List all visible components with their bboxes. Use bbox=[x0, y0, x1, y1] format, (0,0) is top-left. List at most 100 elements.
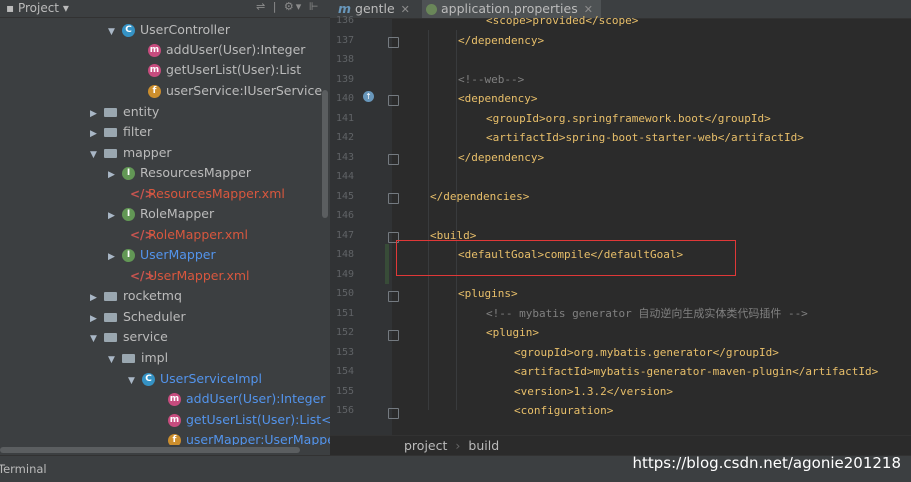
fold-marker-icon[interactable] bbox=[388, 408, 399, 419]
line-number: 143 bbox=[336, 152, 355, 163]
code-line: <!-- mybatis generator 自动逆向生成实体类代码插件 --> bbox=[486, 307, 808, 320]
fold-marker-icon[interactable] bbox=[388, 330, 399, 341]
fold-marker-icon[interactable] bbox=[388, 193, 399, 204]
fold-marker-icon[interactable] bbox=[388, 291, 399, 302]
xml-file-icon: </> bbox=[130, 228, 155, 242]
tree-item-resourcesmapper-xml[interactable]: </>ResourcesMapper.xml bbox=[130, 184, 285, 204]
code-line: <groupId>org.springframework.boot</group… bbox=[486, 112, 771, 125]
folder-icon bbox=[104, 108, 117, 117]
line-number: 136 bbox=[336, 15, 355, 26]
tree-item-service[interactable]: ▼ service bbox=[90, 327, 168, 347]
interface-icon: I bbox=[122, 208, 135, 221]
chevron-right-icon[interactable]: ▶ bbox=[108, 206, 122, 226]
chevron-down-icon[interactable]: ▼ bbox=[108, 22, 122, 42]
method-icon: m bbox=[168, 414, 181, 427]
line-number-gutter: 136 137 138 139 140 141 142 143 144 145 … bbox=[330, 15, 399, 435]
tree-item-method[interactable]: m getUserList(User):List bbox=[148, 60, 301, 80]
chevron-right-icon[interactable]: ▶ bbox=[108, 165, 122, 185]
tree-item-resourcesmapper[interactable]: ▶ I ResourcesMapper bbox=[108, 163, 251, 183]
breadcrumb-separator-icon: › bbox=[455, 438, 461, 453]
maven-override-icon[interactable]: ↑ bbox=[363, 91, 374, 102]
tree-item-usermapper-xml[interactable]: </>UserMapper.xml bbox=[130, 266, 250, 286]
spring-leaf-icon bbox=[426, 4, 437, 15]
tree-item-userserviceimpl[interactable]: ▼ C UserServiceImpl bbox=[128, 369, 262, 389]
project-panel: ▪ Project ▾ ⇌ | ⚙▾ ⊩ ▼ C UserController ma… bbox=[0, 0, 330, 455]
status-bar: Terminal https://blog.csdn.net/agonie201… bbox=[0, 454, 911, 482]
line-number: 147 bbox=[336, 230, 355, 241]
project-title[interactable]: ▪ Project ▾ bbox=[6, 1, 69, 15]
code-line: </dependencies> bbox=[430, 190, 530, 203]
chevron-right-icon[interactable]: ▶ bbox=[90, 104, 104, 124]
tree-item-impl[interactable]: ▼ impl bbox=[108, 348, 168, 368]
tree-item-method[interactable]: m addUser(User):Integer bbox=[168, 389, 325, 409]
code-line: <dependency> bbox=[458, 92, 538, 105]
code-line: <plugins> bbox=[458, 287, 518, 300]
fold-marker-icon[interactable] bbox=[388, 95, 399, 106]
chevron-right-icon[interactable]: ▶ bbox=[90, 124, 104, 144]
line-number: 155 bbox=[336, 386, 355, 397]
tree-item-scheduler[interactable]: ▶ Scheduler bbox=[90, 307, 186, 327]
code-line: <configuration> bbox=[514, 404, 614, 417]
fold-marker-icon[interactable] bbox=[388, 154, 399, 165]
method-icon: m bbox=[168, 393, 181, 406]
highlight-box bbox=[396, 240, 736, 276]
interface-icon: I bbox=[122, 167, 135, 180]
editor-panel: m gentle ✕ application.properties ✕ 136 137… bbox=[330, 0, 911, 455]
collapse-icon[interactable]: ⊩ bbox=[309, 0, 321, 13]
tree-item-mapper[interactable]: ▼ mapper bbox=[90, 143, 172, 163]
method-icon: m bbox=[148, 44, 161, 57]
line-number: 144 bbox=[336, 171, 355, 182]
line-number: 141 bbox=[336, 113, 355, 124]
scrollbar-thumb[interactable] bbox=[0, 447, 300, 453]
chevron-down-icon[interactable]: ▼ bbox=[90, 145, 104, 165]
chevron-down-icon[interactable]: ▼ bbox=[128, 371, 142, 391]
chevron-down-icon[interactable]: ▼ bbox=[90, 329, 104, 349]
xml-file-icon: </> bbox=[130, 187, 155, 201]
folder-icon bbox=[104, 333, 117, 342]
tree-item-method[interactable]: mgetUserList(User):List<Us bbox=[168, 410, 330, 430]
line-number: 137 bbox=[336, 35, 355, 46]
project-toolbar-icons[interactable]: ⇌ | ⚙▾ ⊩ bbox=[256, 0, 320, 13]
tree-item-usermapper[interactable]: ▶ I UserMapper bbox=[108, 245, 216, 265]
folder-icon bbox=[104, 149, 117, 158]
code-line: <artifactId>spring-boot-starter-web</art… bbox=[486, 131, 804, 144]
horizontal-scrollbar[interactable] bbox=[0, 445, 330, 455]
tree-item-method[interactable]: m addUser(User):Integer bbox=[148, 40, 305, 60]
vertical-scrollbar[interactable] bbox=[322, 90, 328, 218]
tree-item-rolemapper[interactable]: ▶ I RoleMapper bbox=[108, 204, 214, 224]
tree-item-rocketmq[interactable]: ▶ rocketmq bbox=[90, 286, 182, 306]
breadcrumb-item[interactable]: build bbox=[468, 438, 499, 453]
line-number: 156 bbox=[336, 405, 355, 416]
change-marker bbox=[385, 244, 389, 284]
line-number: 140 bbox=[336, 93, 355, 104]
tree-item-entity[interactable]: ▶ entity bbox=[90, 102, 159, 122]
line-number: 153 bbox=[336, 347, 355, 358]
code-line: <version>1.3.2</version> bbox=[514, 385, 673, 398]
tree-item-filter[interactable]: ▶ filter bbox=[90, 122, 152, 142]
chevron-right-icon[interactable]: ▶ bbox=[90, 288, 104, 308]
chevron-right-icon[interactable]: ▶ bbox=[108, 247, 122, 267]
tree-item-rolemapper-xml[interactable]: </>RoleMapper.xml bbox=[130, 225, 248, 245]
line-number: 151 bbox=[336, 308, 355, 319]
line-number: 145 bbox=[336, 191, 355, 202]
close-icon[interactable]: ✕ bbox=[401, 3, 410, 16]
scroll-from-source-icon[interactable]: ⇌ bbox=[256, 0, 267, 13]
folder-icon bbox=[104, 313, 117, 322]
chevron-down-icon[interactable]: ▼ bbox=[108, 350, 122, 370]
gear-icon[interactable]: ⚙ bbox=[284, 0, 296, 13]
watermark: https://blog.csdn.net/agonie201218 bbox=[632, 454, 901, 472]
line-number: 150 bbox=[336, 288, 355, 299]
fold-marker-icon[interactable] bbox=[388, 37, 399, 48]
line-number: 138 bbox=[336, 54, 355, 65]
tree-item-field[interactable]: f userService:IUserService bbox=[148, 81, 322, 101]
folder-icon bbox=[104, 292, 117, 301]
xml-file-icon: </> bbox=[130, 269, 155, 283]
line-number: 152 bbox=[336, 327, 355, 338]
tree-item-usercontroller[interactable]: ▼ C UserController bbox=[108, 20, 230, 40]
breadcrumb-item[interactable]: project bbox=[404, 438, 447, 453]
line-number: 148 bbox=[336, 249, 355, 260]
terminal-tab[interactable]: Terminal bbox=[0, 462, 47, 476]
line-number: 146 bbox=[336, 210, 355, 221]
chevron-right-icon[interactable]: ▶ bbox=[90, 309, 104, 329]
line-number: 154 bbox=[336, 366, 355, 377]
